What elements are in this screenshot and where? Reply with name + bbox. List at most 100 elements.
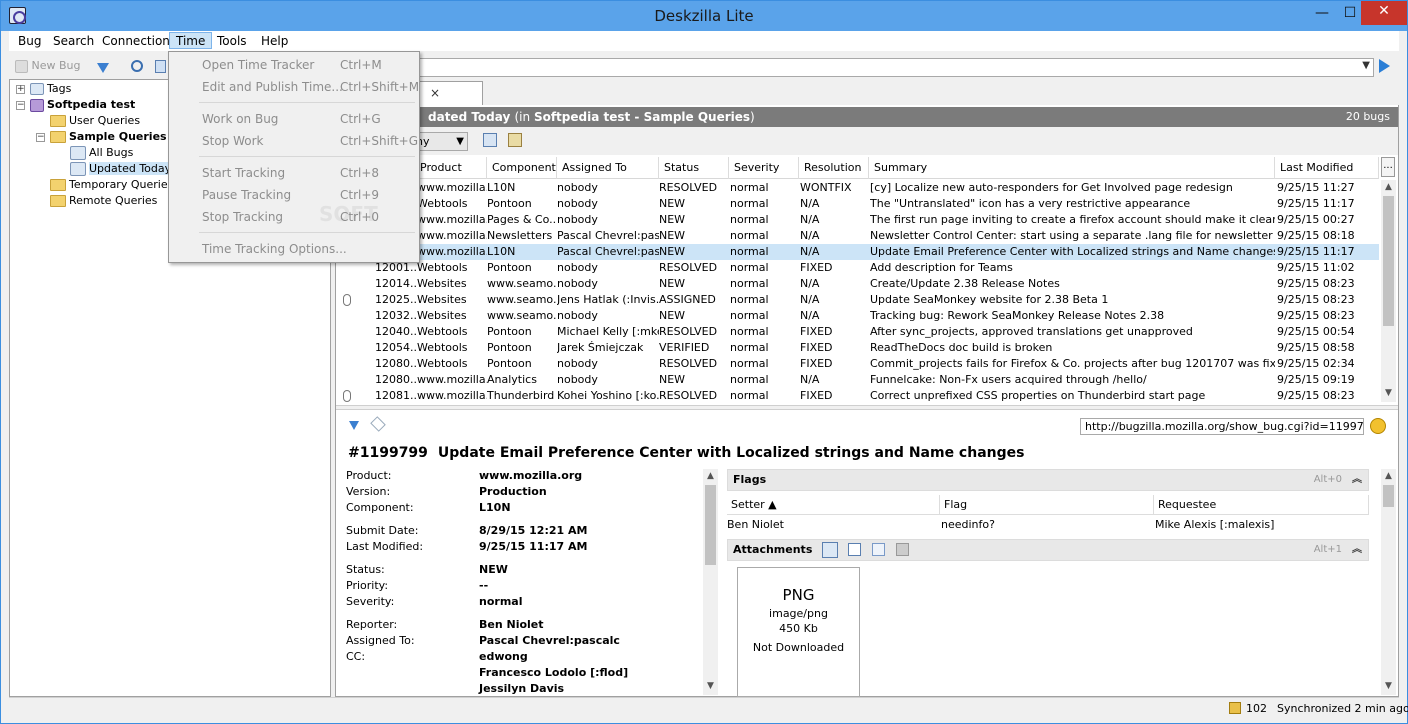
column-summary[interactable]: Summary xyxy=(869,157,1275,179)
fields-scrollbar[interactable]: ▲ ▼ xyxy=(703,469,718,695)
download-button[interactable] xyxy=(97,57,109,75)
cell-product: Webtools xyxy=(417,341,468,354)
list-view-icon[interactable] xyxy=(848,543,861,556)
flags-column-requestee[interactable]: Requestee xyxy=(1154,495,1369,515)
cell-severity: normal xyxy=(730,181,769,194)
table-row[interactable]: 12054... Webtools Pontoon Jarek Śmiejczak VE… xyxy=(337,340,1379,356)
column-assigned-to[interactable]: Assigned To xyxy=(557,157,659,179)
column-status[interactable]: Status xyxy=(659,157,729,179)
flags-column-setter[interactable]: Setter ▲ xyxy=(727,495,940,515)
collapse-sample-queries[interactable]: − xyxy=(36,133,45,142)
column-severity[interactable]: Severity xyxy=(729,157,799,179)
table-row[interactable]: www.mozilla...L10NPascal Chevrel:pas...N… xyxy=(337,244,1379,260)
minimize-button[interactable]: — xyxy=(1307,3,1337,25)
cell-component: Pontoon xyxy=(487,341,532,354)
close-tab-icon[interactable]: × xyxy=(430,86,440,100)
table-row[interactable]: 12025... Websites www.seamo... Jens Hatlak … xyxy=(337,292,1379,308)
detail-scrollbar[interactable]: ▲ ▼ xyxy=(1381,469,1396,695)
table-scrollbar[interactable]: ▲ ▼ xyxy=(1381,180,1396,402)
cell-modified: 9/25/15 02:34 xyxy=(1277,357,1355,370)
scroll-up-icon[interactable]: ▲ xyxy=(703,469,718,483)
menu-bug[interactable]: Bug xyxy=(12,33,47,50)
tab-updated-today[interactable]: × xyxy=(419,81,483,105)
table-row[interactable]: 12001... Webtools Pontoon nobody RESOLVED nor… xyxy=(337,260,1379,276)
scrollbar-thumb[interactable] xyxy=(1383,196,1394,326)
table-row[interactable]: www.mozilla...Pages & Co...nobody NEW norm… xyxy=(337,212,1379,228)
go-arrow-icon[interactable] xyxy=(1379,59,1390,73)
tree-item-temporary-queries[interactable]: Temporary Queries xyxy=(50,177,173,193)
column-resolution[interactable]: Resolution xyxy=(799,157,869,179)
menu-item-pause-tracking[interactable]: Pause Tracking Ctrl+9 xyxy=(169,185,419,205)
flags-section-header[interactable]: Flags Alt+0 ︽ xyxy=(727,469,1369,491)
bug-url-field[interactable]: http://bugzilla.mozilla.org/show_bug.cgi… xyxy=(1080,418,1364,435)
menu-help[interactable]: Help xyxy=(255,33,294,50)
new-bug-button[interactable]: New Bug xyxy=(15,57,81,75)
menu-tools[interactable]: Tools xyxy=(211,33,253,50)
split-divider[interactable] xyxy=(336,405,1398,410)
field-value-cc: edwong xyxy=(479,650,528,663)
menu-item-stop-tracking[interactable]: Stop Tracking Ctrl+0 xyxy=(169,207,419,227)
menu-search[interactable]: Search xyxy=(47,33,100,50)
menu-item-stop-work[interactable]: Stop Work Ctrl+Shift+G xyxy=(169,131,419,151)
column-chooser-button[interactable]: ... xyxy=(1381,157,1395,177)
table-row[interactable]: 12080...www.mozilla...Analytics nobody NEW… xyxy=(337,372,1379,388)
menu-connection[interactable]: Connection xyxy=(96,33,176,50)
tree-item-user-queries[interactable]: User Queries xyxy=(50,113,140,129)
table-icon[interactable] xyxy=(483,133,497,147)
table-view-button[interactable] xyxy=(155,57,166,75)
menu-item-time-tracking-options[interactable]: Time Tracking Options... xyxy=(169,239,419,259)
attachment-thumbnail[interactable]: PNG image/png 450 Kb Not Downloaded xyxy=(737,567,860,697)
menu-item-work-on-bug[interactable]: Work on Bug Ctrl+G xyxy=(169,109,419,129)
search-combo[interactable]: ▼ xyxy=(419,58,1374,77)
tree-item-all-bugs[interactable]: All Bugs xyxy=(70,145,133,161)
save-icon[interactable] xyxy=(896,543,909,556)
collapse-icon[interactable]: ︽ xyxy=(1352,540,1362,560)
scroll-up-icon[interactable]: ▲ xyxy=(1381,469,1396,483)
cell-resolution: FIXED xyxy=(800,325,833,338)
column-last-modified[interactable]: Last Modified xyxy=(1275,157,1379,179)
field-label: Priority: xyxy=(346,579,389,592)
tree-item-remote-queries[interactable]: Remote Queries xyxy=(50,193,157,209)
tree-item-tags[interactable]: Tags xyxy=(30,81,71,97)
expand-tags[interactable]: + xyxy=(16,85,25,94)
tree-item-connection[interactable]: Softpedia test xyxy=(30,97,135,113)
cell-id: 12054... xyxy=(375,341,417,354)
table-row[interactable]: 12014... Websites www.seamo... nobody NEW nor… xyxy=(337,276,1379,292)
scroll-down-icon[interactable]: ▼ xyxy=(1381,679,1396,693)
scrollbar-thumb[interactable] xyxy=(1383,485,1394,507)
folder-icon xyxy=(50,179,66,191)
collapse-connection[interactable]: − xyxy=(16,101,25,110)
table-row[interactable]: 12040... Webtools Pontoon Michael Kelly [:m… xyxy=(337,324,1379,340)
search-query-button[interactable] xyxy=(131,57,143,75)
columns-icon[interactable] xyxy=(508,133,522,147)
cell-summary: Commit_projects fails for Firefox & Co. … xyxy=(870,357,1275,370)
download-icon[interactable] xyxy=(872,543,885,556)
close-button[interactable]: ✕ xyxy=(1361,1,1407,25)
menu-item-open-time-tracker[interactable]: Open Time Tracker Ctrl+M xyxy=(169,55,419,75)
tree-item-updated-today[interactable]: Updated Today xyxy=(70,161,172,177)
table-row[interactable]: Webtools Pontoon nobody NEW normal N/A The "Un… xyxy=(337,196,1379,212)
menu-time[interactable]: Time xyxy=(169,32,213,49)
flags-column-flag[interactable]: Flag xyxy=(940,495,1154,515)
column-product[interactable]: Product xyxy=(415,157,487,179)
menu-item-start-tracking[interactable]: Start Tracking Ctrl+8 xyxy=(169,163,419,183)
bugs-count-icon xyxy=(1229,702,1241,714)
menu-item-edit-publish-time[interactable]: Edit and Publish Time... Ctrl+Shift+M xyxy=(169,77,419,97)
column-component[interactable]: Component xyxy=(487,157,557,179)
collapse-icon[interactable]: ︽ xyxy=(1352,470,1362,490)
down-arrow-icon[interactable] xyxy=(349,421,359,430)
table-row[interactable]: 12081...www.mozilla...ThunderbirdKohei Y… xyxy=(337,388,1379,404)
table-row[interactable]: www.mozilla...L10N nobody RESOLVED normal WO… xyxy=(337,180,1379,196)
tree-item-sample-queries[interactable]: Sample Queries xyxy=(50,129,167,145)
thumbnail-view-icon[interactable] xyxy=(822,542,838,558)
scrollbar-thumb[interactable] xyxy=(705,485,716,565)
globe-icon[interactable] xyxy=(1370,418,1386,434)
table-row[interactable]: 12032... Websites www.seamo... nobody NEW nor… xyxy=(337,308,1379,324)
cell-component: L10N xyxy=(487,181,516,194)
table-row[interactable]: www.mozilla...Newsletters Pascal Chevrel:… xyxy=(337,228,1379,244)
table-row[interactable]: 12080... Webtools Pontoon nobody RESOLVED nor… xyxy=(337,356,1379,372)
attachments-section-header[interactable]: Attachments Alt+1 ︽ xyxy=(727,539,1369,561)
scroll-down-icon[interactable]: ▼ xyxy=(1381,386,1396,400)
scroll-down-icon[interactable]: ▼ xyxy=(703,679,718,693)
scroll-up-icon[interactable]: ▲ xyxy=(1381,180,1396,194)
